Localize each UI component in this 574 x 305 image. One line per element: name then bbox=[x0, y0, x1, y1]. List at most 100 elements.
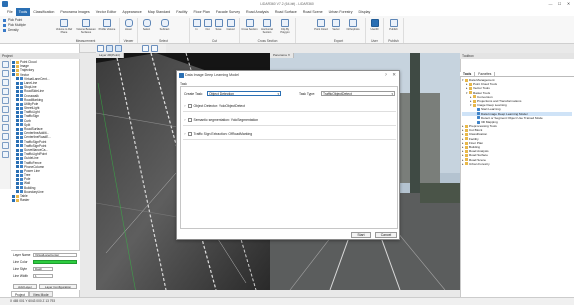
layer-checkbox[interactable] bbox=[16, 115, 19, 119]
menu-tab-road-scene[interactable]: Road Scene bbox=[300, 8, 326, 16]
layer-checkbox[interactable] bbox=[16, 182, 19, 186]
tab-favorites[interactable]: Favorites bbox=[475, 72, 496, 76]
subtract-button[interactable]: Subtract bbox=[158, 19, 171, 31]
menu-tab-facade-survey[interactable]: Facade Survey bbox=[213, 8, 243, 16]
hover-button[interactable]: Hover bbox=[122, 19, 135, 31]
layer-checkbox[interactable] bbox=[16, 140, 19, 144]
stats-icon[interactable] bbox=[2, 151, 9, 158]
line-color-swatch[interactable] bbox=[33, 260, 77, 264]
maximize-button[interactable]: ☐ bbox=[555, 1, 564, 7]
select-button[interactable]: Select bbox=[140, 19, 153, 31]
menu-tab-map-standard[interactable]: Map Standard bbox=[145, 8, 174, 16]
horizontal-section-button[interactable]: Horizontal Section bbox=[258, 19, 276, 34]
layer-checkbox[interactable] bbox=[16, 77, 19, 81]
task-item-checkbox[interactable] bbox=[188, 118, 192, 122]
settings-icon[interactable] bbox=[2, 133, 9, 140]
menu-tab-appearance[interactable]: Appearance bbox=[119, 8, 144, 16]
menu-tab-road-surface[interactable]: Road Surface bbox=[272, 8, 300, 16]
volume-ref-plane-button[interactable]: Volume to Ref Plane bbox=[54, 19, 74, 34]
line-width-field[interactable]: 1 bbox=[33, 274, 53, 278]
task-type-select[interactable]: TrafficObjectDetect ▾ bbox=[321, 91, 395, 96]
tab-tools[interactable]: Tools bbox=[460, 72, 476, 76]
close-button[interactable]: ✕ bbox=[564, 1, 573, 7]
layer-checkbox[interactable] bbox=[12, 198, 15, 202]
layer-checkbox[interactable] bbox=[16, 119, 19, 123]
layer-checkbox[interactable] bbox=[16, 156, 19, 160]
profile-volume-button[interactable]: Profile Volume bbox=[98, 19, 116, 31]
task-item-object-detector[interactable]: › Object Detector: YoloObjectDetect bbox=[183, 101, 396, 112]
layer-checkbox[interactable] bbox=[16, 161, 19, 165]
select-rect-icon[interactable] bbox=[106, 45, 113, 52]
user-id-button[interactable]: UserID bbox=[368, 19, 381, 31]
table-icon[interactable] bbox=[2, 142, 9, 149]
chevron-right-icon[interactable]: › bbox=[183, 115, 187, 126]
line-icon[interactable] bbox=[151, 45, 158, 52]
menu-tab-panorama-images[interactable]: Panorama Images bbox=[57, 8, 92, 16]
layer-checkbox[interactable] bbox=[16, 89, 19, 93]
volume-between-surfaces-button[interactable]: Volume Between Surfaces bbox=[76, 19, 96, 34]
pick-point-button[interactable]: Pick Point bbox=[3, 18, 22, 22]
minimize-button[interactable]: — bbox=[546, 1, 555, 7]
layer-checkbox[interactable] bbox=[16, 98, 19, 102]
layer-checkbox[interactable] bbox=[16, 144, 19, 148]
dialog-help-button[interactable]: ? bbox=[385, 72, 387, 77]
layer-checkbox[interactable] bbox=[16, 136, 19, 140]
cross-icon[interactable] bbox=[142, 45, 149, 52]
cross-section-button[interactable]: Cross Section bbox=[241, 19, 258, 31]
layer-checkbox[interactable] bbox=[12, 69, 15, 73]
create-task-select[interactable]: Object Detection ▾ bbox=[207, 91, 281, 96]
color-icon[interactable] bbox=[2, 124, 9, 131]
menu-tab-facility[interactable]: Facility bbox=[173, 8, 190, 16]
task-item-semantic-segmentation[interactable]: › Semantic segmentation: YoloSegmentation bbox=[183, 115, 396, 126]
export-vector-button[interactable]: Vector bbox=[329, 19, 343, 31]
cut-cancel-button[interactable]: Cancel bbox=[224, 19, 237, 31]
menu-tab-file[interactable]: File bbox=[4, 8, 16, 16]
chevron-right-icon[interactable]: › bbox=[183, 101, 187, 112]
visibility-icon[interactable] bbox=[2, 115, 9, 122]
layer-checkbox[interactable] bbox=[16, 186, 19, 190]
layer-down-icon[interactable] bbox=[2, 88, 9, 95]
layer-name-field[interactable]: VirtualLaneCenter bbox=[33, 253, 77, 257]
export-point-cloud-button[interactable]: Point Cloud bbox=[313, 19, 329, 31]
menu-tab-classification[interactable]: Classification bbox=[30, 8, 57, 16]
layer-checkbox[interactable] bbox=[16, 94, 19, 98]
tab-layer-view[interactable]: Layer 2D(Point) bbox=[96, 53, 125, 58]
layer-checkbox[interactable] bbox=[12, 73, 15, 77]
clip-by-polygon-button[interactable]: Clip By Polygon bbox=[276, 19, 294, 34]
zoom-to-layer-icon[interactable] bbox=[2, 97, 9, 104]
toolbox-tree-label: Urban Forestry bbox=[469, 161, 490, 166]
arrow-icon[interactable] bbox=[97, 45, 104, 52]
cancel-button[interactable]: Cancel bbox=[375, 232, 397, 238]
density-button[interactable]: Density bbox=[3, 28, 19, 32]
layer-checkbox[interactable] bbox=[16, 165, 19, 169]
task-item-traffic-sign[interactable]: › Traffic Sign Extraction: OfRoadMarking bbox=[183, 129, 396, 140]
menu-tab-road-analysis[interactable]: Road Analysis bbox=[243, 8, 272, 16]
cut-in-button[interactable]: In bbox=[191, 19, 202, 31]
add-data-icon[interactable] bbox=[2, 61, 9, 68]
cut-out-button[interactable]: Out bbox=[202, 19, 213, 31]
start-button[interactable]: Start bbox=[351, 232, 371, 238]
menu-tab-urban-forestry[interactable]: Urban Forestry bbox=[326, 8, 356, 16]
remove-data-icon[interactable] bbox=[2, 70, 9, 77]
chevron-right-icon[interactable]: › bbox=[183, 129, 187, 140]
menu-tab-floor-plan[interactable]: Floor Plan bbox=[190, 8, 212, 16]
menu-tab-display[interactable]: Display bbox=[356, 8, 374, 16]
task-item-checkbox[interactable] bbox=[188, 104, 192, 108]
menu-tab-tools[interactable]: Tools bbox=[15, 8, 31, 16]
publish-button[interactable]: Publish bbox=[387, 19, 400, 31]
select-poly-icon[interactable] bbox=[115, 45, 122, 52]
cut-save-button[interactable]: Save bbox=[213, 19, 224, 31]
pick-multiple-button[interactable]: Pick Multiple bbox=[3, 23, 26, 27]
toolbox-tree-item[interactable]: ▸ Urban Forestry bbox=[462, 162, 572, 166]
layer-up-icon[interactable] bbox=[2, 79, 9, 86]
menu-tab-vector-editor[interactable]: Vector Editor bbox=[93, 8, 120, 16]
filter-icon[interactable] bbox=[2, 106, 9, 113]
project-tree-item[interactable]: Raster bbox=[12, 198, 79, 202]
layer-configuration-button[interactable]: Layer Configuration bbox=[39, 284, 77, 289]
tab-panorama[interactable]: Panorama ✕ bbox=[270, 53, 295, 58]
export-orthophoto-button[interactable]: Orthophoto bbox=[343, 19, 363, 31]
add-layer-button[interactable]: Add Layer bbox=[13, 284, 37, 289]
task-item-checkbox[interactable] bbox=[188, 132, 192, 136]
dialog-close-button[interactable]: ✕ bbox=[392, 72, 396, 78]
line-style-select[interactable]: Dash bbox=[33, 267, 53, 271]
